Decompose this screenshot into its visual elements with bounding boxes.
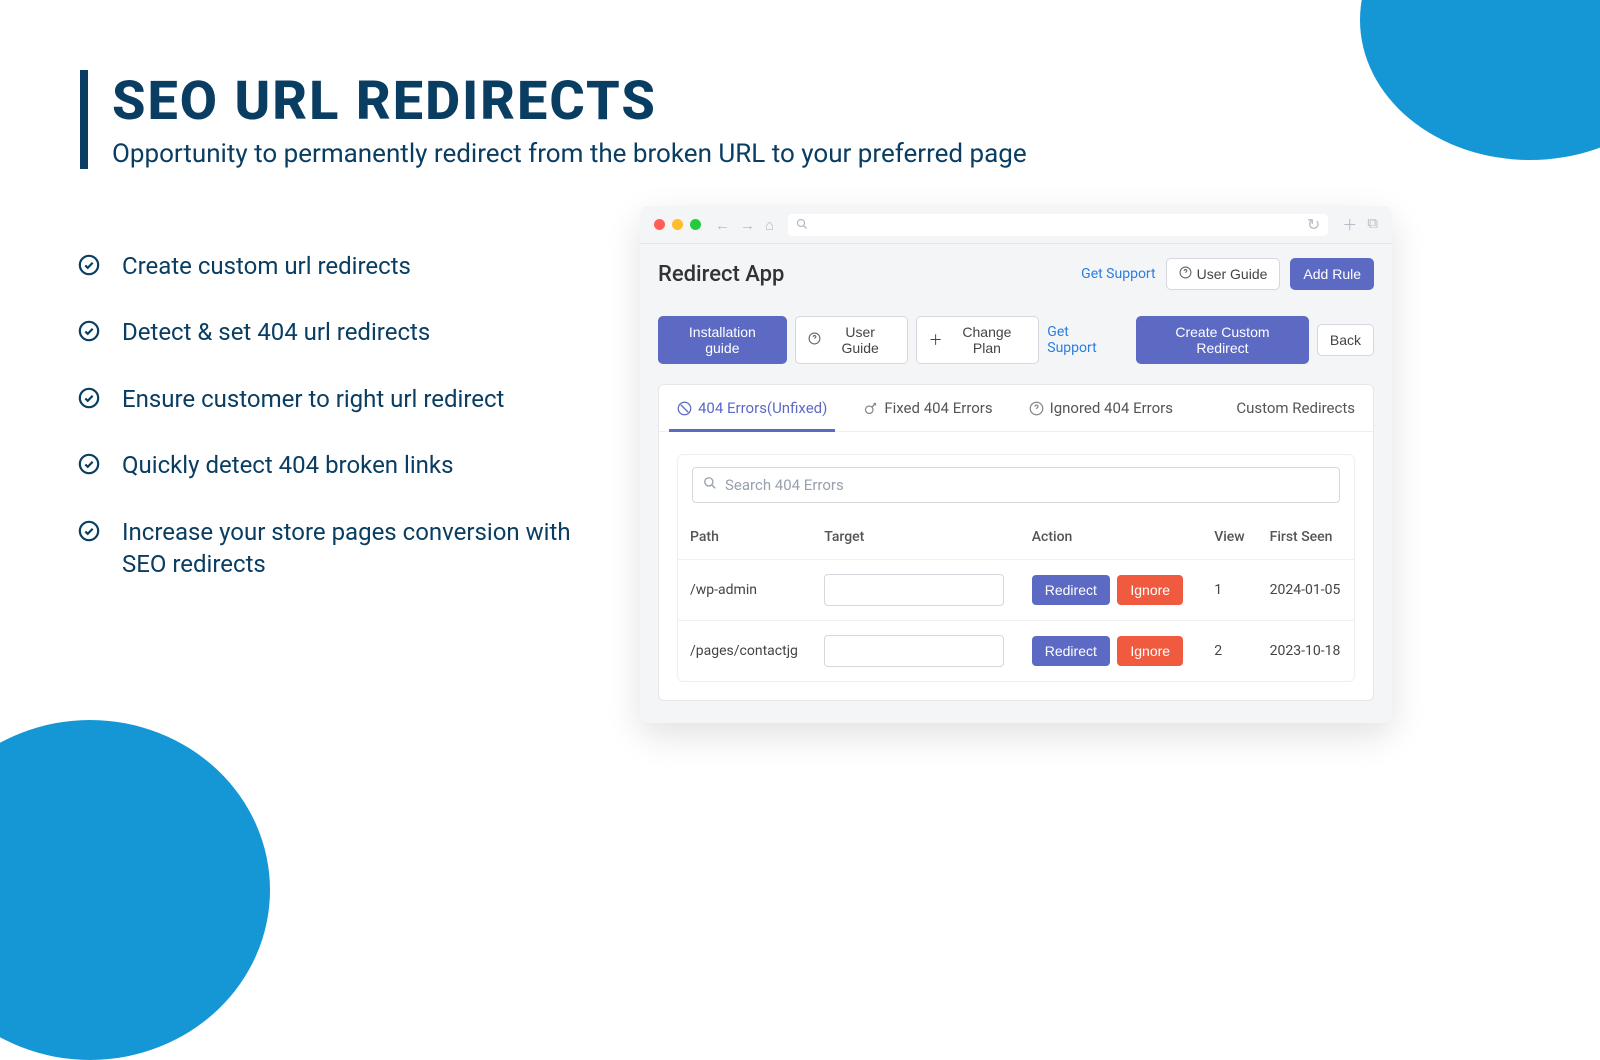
- target-input[interactable]: [824, 635, 1004, 667]
- user-guide-label: User Guide: [1197, 266, 1268, 282]
- tab-404-errors-unfixed[interactable]: 404 Errors(Unfixed): [659, 385, 845, 431]
- bullet-text: Quickly detect 404 broken links: [122, 449, 453, 481]
- get-support-link[interactable]: Get Support: [1081, 266, 1155, 282]
- page-subtitle: Opportunity to permanently redirect from…: [112, 139, 1027, 169]
- minimize-dot-icon[interactable]: [672, 219, 683, 230]
- change-plan-button[interactable]: ＋ Change Plan: [916, 316, 1040, 364]
- tab-label: 404 Errors(Unfixed): [698, 399, 827, 417]
- feature-bullet: Create custom url redirects: [78, 250, 598, 282]
- ignore-button[interactable]: Ignore: [1117, 575, 1183, 605]
- cell-first-seen: 2023-10-18: [1258, 621, 1354, 682]
- feature-bullet: Detect & set 404 url redirects: [78, 316, 598, 348]
- refresh-icon[interactable]: ↻: [1307, 215, 1320, 234]
- cell-view: 1: [1202, 560, 1257, 621]
- plus-icon[interactable]: ＋: [1342, 214, 1357, 235]
- check-circle-icon: [78, 453, 100, 475]
- cell-path: /wp-admin: [678, 560, 812, 621]
- fixed-icon: [863, 401, 878, 416]
- feature-bullet: Quickly detect 404 broken links: [78, 449, 598, 481]
- search-placeholder: Search 404 Errors: [725, 476, 844, 494]
- help-icon: [808, 332, 821, 348]
- redirect-button[interactable]: Redirect: [1032, 636, 1110, 666]
- feature-bullet: Increase your store pages conversion wit…: [78, 516, 598, 581]
- hero: SEO URL REDIRECTS Opportunity to permane…: [80, 70, 1027, 169]
- app-window: ← → ⌂ ↻ ＋ ⧉ Redirect App Get Support: [640, 206, 1392, 723]
- close-dot-icon[interactable]: [654, 219, 665, 230]
- bullet-text: Detect & set 404 url redirects: [122, 316, 430, 348]
- url-bar[interactable]: ↻: [788, 214, 1328, 236]
- get-support-link-2[interactable]: Get Support: [1047, 324, 1120, 356]
- tab-ignored-404[interactable]: Ignored 404 Errors: [1011, 385, 1191, 431]
- cell-first-seen: 2024-01-05: [1258, 560, 1354, 621]
- app-title: Redirect App: [658, 262, 784, 287]
- cell-path: /pages/contactjg: [678, 621, 812, 682]
- tab-fixed-404[interactable]: Fixed 404 Errors: [845, 385, 1010, 431]
- col-target: Target: [812, 515, 1020, 560]
- col-first-seen: First Seen: [1258, 515, 1354, 560]
- errors-table: Path Target Action View First Seen /wp-a…: [678, 515, 1354, 681]
- back-button[interactable]: Back: [1317, 324, 1374, 356]
- target-input[interactable]: [824, 574, 1004, 606]
- feature-bullet: Ensure customer to right url redirect: [78, 383, 598, 415]
- feature-bullets: Create custom url redirects Detect & set…: [78, 250, 598, 614]
- bullet-text: Create custom url redirects: [122, 250, 411, 282]
- search-input[interactable]: Search 404 Errors: [692, 467, 1340, 503]
- tab-label: Fixed 404 Errors: [884, 399, 992, 417]
- unfixed-icon: [677, 401, 692, 416]
- col-action: Action: [1020, 515, 1202, 560]
- check-circle-icon: [78, 520, 100, 542]
- check-circle-icon: [78, 387, 100, 409]
- tab-label: Ignored 404 Errors: [1050, 399, 1173, 417]
- decoration-top-right: [1360, 0, 1600, 160]
- search-icon: [703, 476, 717, 494]
- user-guide-label: User Guide: [826, 324, 895, 356]
- search-icon: [796, 215, 808, 234]
- ignore-button[interactable]: Ignore: [1117, 636, 1183, 666]
- help-icon: [1179, 266, 1192, 282]
- ignored-icon: [1029, 401, 1044, 416]
- browser-chrome: ← → ⌂ ↻ ＋ ⧉: [640, 206, 1392, 244]
- cell-view: 2: [1202, 621, 1257, 682]
- forward-arrow-icon[interactable]: →: [740, 216, 755, 234]
- user-guide-button[interactable]: User Guide: [1166, 258, 1281, 290]
- bullet-text: Increase your store pages conversion wit…: [122, 516, 598, 581]
- home-icon[interactable]: ⌂: [765, 216, 774, 234]
- col-view: View: [1202, 515, 1257, 560]
- col-path: Path: [678, 515, 812, 560]
- create-custom-redirect-button[interactable]: Create Custom Redirect: [1136, 316, 1309, 364]
- redirect-button[interactable]: Redirect: [1032, 575, 1110, 605]
- window-controls: [654, 219, 701, 230]
- tab-custom-redirects[interactable]: Custom Redirects: [1218, 385, 1373, 431]
- decoration-bottom-left: [0, 720, 270, 1060]
- bullet-text: Ensure customer to right url redirect: [122, 383, 504, 415]
- back-arrow-icon[interactable]: ←: [715, 216, 730, 234]
- installation-guide-button[interactable]: Installation guide: [658, 316, 787, 364]
- user-guide-button-2[interactable]: User Guide: [795, 316, 908, 364]
- maximize-dot-icon[interactable]: [690, 219, 701, 230]
- plus-icon: ＋: [929, 330, 943, 350]
- add-rule-button[interactable]: Add Rule: [1290, 258, 1374, 290]
- tabs: 404 Errors(Unfixed) Fixed 404 Errors Ign…: [659, 385, 1373, 432]
- check-circle-icon: [78, 320, 100, 342]
- tab-label: Custom Redirects: [1236, 399, 1355, 417]
- check-circle-icon: [78, 254, 100, 276]
- table-row: /wp-admin Redirect Ignore 1 2024-01-05: [678, 560, 1354, 621]
- duplicate-icon[interactable]: ⧉: [1367, 214, 1378, 235]
- page-title: SEO URL REDIRECTS: [112, 70, 1027, 133]
- table-row: /pages/contactjg Redirect Ignore 2 2023-…: [678, 621, 1354, 682]
- change-plan-label: Change Plan: [948, 324, 1027, 356]
